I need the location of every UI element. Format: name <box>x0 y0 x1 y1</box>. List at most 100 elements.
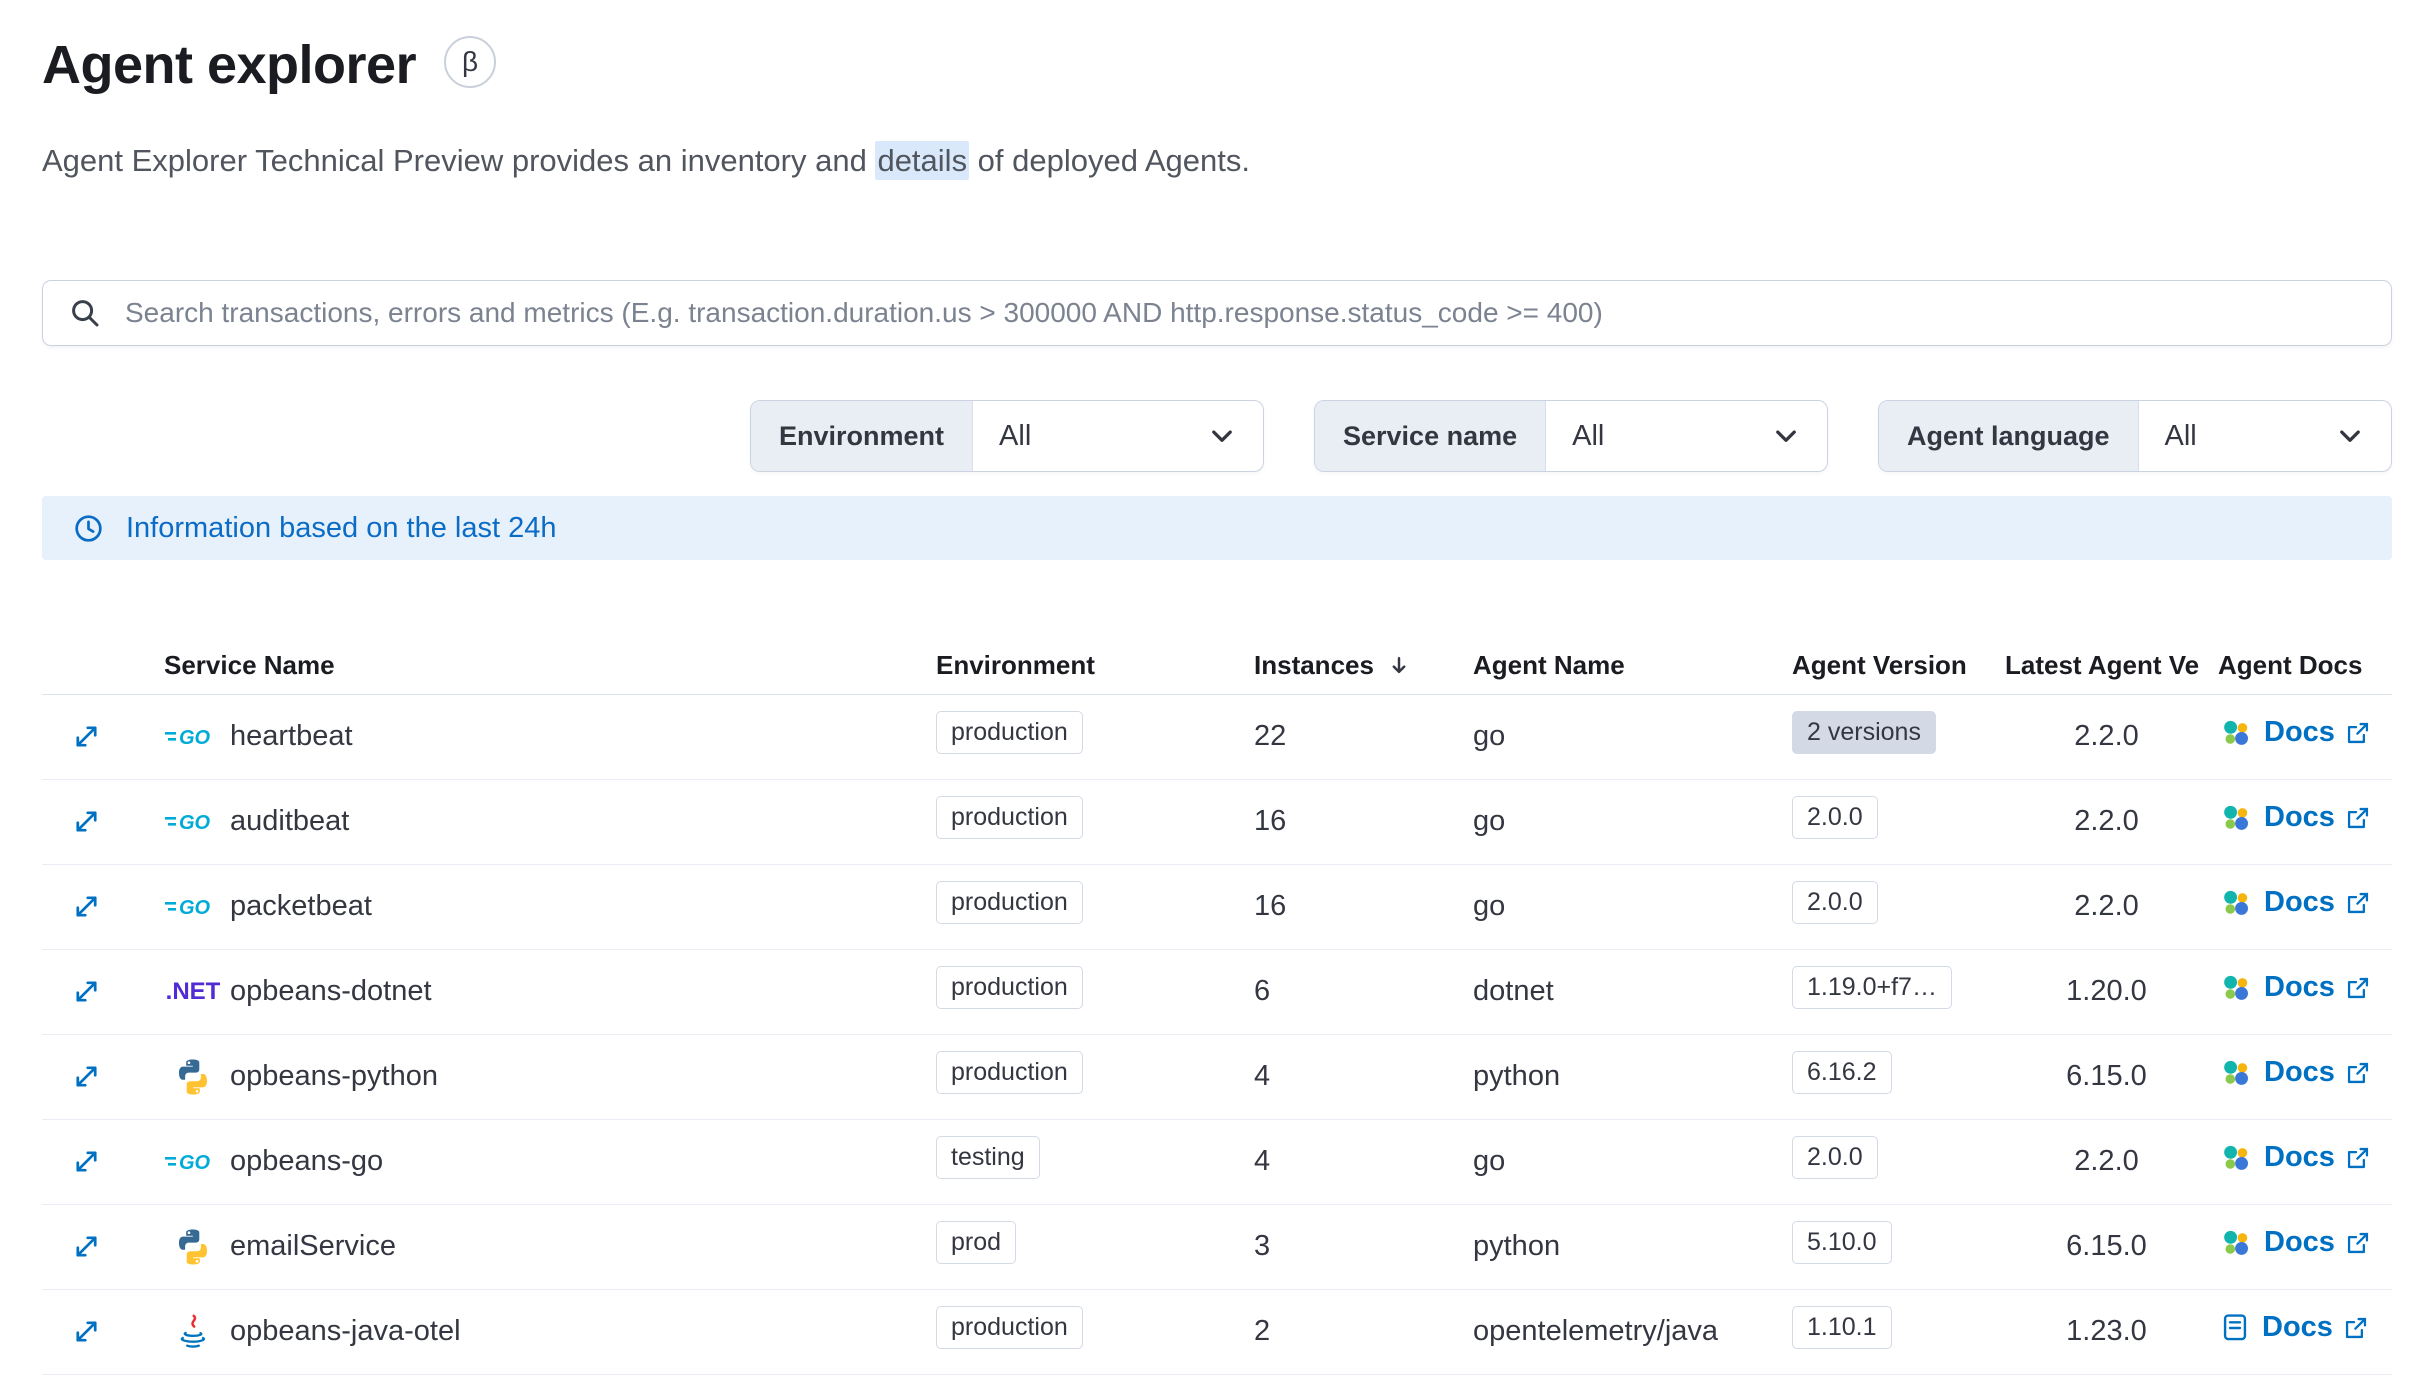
environment-cell: production <box>936 864 1254 950</box>
service-name: auditbeat <box>230 805 350 837</box>
environment-badge: production <box>936 965 1083 1010</box>
agent-version-cell: 2 versions <box>1792 694 2005 780</box>
environment-badge: production <box>936 795 1083 840</box>
external-link-icon <box>2345 1230 2371 1256</box>
expand-icon <box>72 977 101 1006</box>
docs-link[interactable]: Docs <box>2218 800 2371 836</box>
agent-docs-icon <box>2218 1225 2254 1261</box>
page-subtitle: Agent Explorer Technical Preview provide… <box>42 141 2392 180</box>
docs-link-label: Docs <box>2264 716 2335 748</box>
go-logo-icon: GO <box>165 893 221 921</box>
service-name: heartbeat <box>230 720 353 752</box>
agent-name-cell: python <box>1473 1034 1792 1120</box>
service-name-cell: GO .NET <box>164 1034 936 1120</box>
service-name-cell: GO .NET <box>164 949 936 1035</box>
agent-version-badge: 2 versions <box>1792 710 1936 755</box>
agent-version-badge: 6.16.2 <box>1792 1050 1892 1095</box>
service-name-cell: GO .NET <box>164 1204 936 1290</box>
service-name-cell: GO .NET <box>164 694 936 780</box>
expand-row-button[interactable] <box>42 1317 101 1346</box>
agent-version-cell: 2.0.0 <box>1792 864 2005 950</box>
otel-docs-icon <box>2218 1311 2252 1345</box>
expand-row-button[interactable] <box>42 1062 101 1091</box>
expand-cell <box>42 1119 164 1205</box>
col-header-latest-agent-version[interactable]: Latest Agent Ve <box>2005 638 2218 695</box>
col-header-service-name[interactable]: Service Name <box>164 638 936 695</box>
expand-cell <box>42 949 164 1035</box>
subtitle-highlight: details <box>875 141 970 180</box>
col-header-agent-name[interactable]: Agent Name <box>1473 638 1792 695</box>
docs-link[interactable]: Docs <box>2218 1225 2371 1261</box>
docs-link[interactable]: Docs <box>2218 885 2371 921</box>
agent-version-cell: 2.0.0 <box>1792 1119 2005 1205</box>
expand-icon <box>72 1317 101 1346</box>
table-row: GO .NET <box>42 1289 2392 1375</box>
docs-link[interactable]: Docs <box>2218 970 2371 1006</box>
table-row: GO .NET <box>42 694 2392 780</box>
agent-version-badge: 1.19.0+f7… <box>1792 965 1952 1010</box>
agent-docs-cell: Docs <box>2218 1119 2392 1205</box>
agents-table: Service Name Environment Instances Agent… <box>42 638 2392 1375</box>
docs-link[interactable]: Docs <box>2218 1311 2369 1345</box>
expand-row-button[interactable] <box>42 722 101 751</box>
instances-cell: 4 <box>1254 1119 1473 1205</box>
service-name-cell: GO .NET <box>164 864 936 950</box>
agent-docs-icon <box>2218 715 2254 751</box>
agent-docs-icon <box>2218 970 2254 1006</box>
filter-service-name: Service name All <box>1314 400 1828 472</box>
page-title: Agent explorer <box>42 35 417 95</box>
docs-link[interactable]: Docs <box>2218 1140 2371 1176</box>
col-header-environment[interactable]: Environment <box>936 638 1254 695</box>
beta-badge: β <box>444 36 497 88</box>
expand-row-button[interactable] <box>42 977 101 1006</box>
agent-version-cell: 1.10.1 <box>1792 1289 2005 1375</box>
expand-row-button[interactable] <box>42 807 101 836</box>
docs-link-label: Docs <box>2264 1056 2335 1088</box>
python-logo-icon <box>172 1226 214 1268</box>
filter-service-name-select[interactable]: All <box>1546 401 1827 471</box>
search-bar <box>42 280 2392 346</box>
instances-cell: 22 <box>1254 694 1473 780</box>
page-header: Agent explorer β <box>42 34 2392 96</box>
filter-agent-language: Agent language All <box>1878 400 2392 472</box>
docs-link[interactable]: Docs <box>2218 1055 2371 1091</box>
instances-cell: 4 <box>1254 1034 1473 1120</box>
agent-docs-cell: Docs <box>2218 864 2392 950</box>
svg-text:GO: GO <box>179 812 211 834</box>
search-input[interactable] <box>123 296 2365 330</box>
external-link-icon <box>2343 1315 2369 1341</box>
agent-docs-icon <box>2218 800 2254 836</box>
java-logo-icon <box>173 1312 213 1352</box>
expand-icon <box>72 1062 101 1091</box>
latest-agent-version-cell: 6.15.0 <box>2005 1204 2218 1290</box>
latest-agent-version-cell: 2.2.0 <box>2005 779 2218 865</box>
expand-row-button[interactable] <box>42 1147 101 1176</box>
environment-badge: testing <box>936 1135 1040 1180</box>
agent-version-cell: 2.0.0 <box>1792 779 2005 865</box>
environment-cell: prod <box>936 1204 1254 1290</box>
expand-row-button[interactable] <box>42 892 101 921</box>
agent-version-cell: 1.19.0+f7… <box>1792 949 2005 1035</box>
filter-bar: Environment All Service name All Agent l… <box>42 400 2392 472</box>
agent-docs-icon <box>2218 1055 2254 1091</box>
docs-link-label: Docs <box>2264 801 2335 833</box>
filter-agent-language-select[interactable]: All <box>2139 401 2391 471</box>
agent-docs-cell: Docs <box>2218 949 2392 1035</box>
col-header-instances[interactable]: Instances <box>1254 638 1473 695</box>
agent-explorer-page: Agent explorer β Agent Explorer Technica… <box>0 0 2412 1375</box>
chevron-down-icon <box>1771 421 1801 451</box>
subtitle-text-pre: Agent Explorer Technical Preview provide… <box>42 143 876 178</box>
col-header-agent-docs[interactable]: Agent Docs <box>2218 638 2392 695</box>
expand-row-button[interactable] <box>42 1232 101 1261</box>
environment-badge: production <box>936 710 1083 755</box>
col-header-agent-version[interactable]: Agent Version <box>1792 638 2005 695</box>
expand-cell <box>42 694 164 780</box>
external-link-icon <box>2345 805 2371 831</box>
agent-version-badge: 2.0.0 <box>1792 1135 1878 1180</box>
docs-link[interactable]: Docs <box>2218 715 2371 751</box>
agent-version-badge: 2.0.0 <box>1792 795 1878 840</box>
docs-link-label: Docs <box>2264 1226 2335 1258</box>
sort-desc-icon <box>1386 653 1412 679</box>
time-range-banner: Information based on the last 24h <box>42 496 2392 560</box>
filter-environment-select[interactable]: All <box>973 401 1263 471</box>
